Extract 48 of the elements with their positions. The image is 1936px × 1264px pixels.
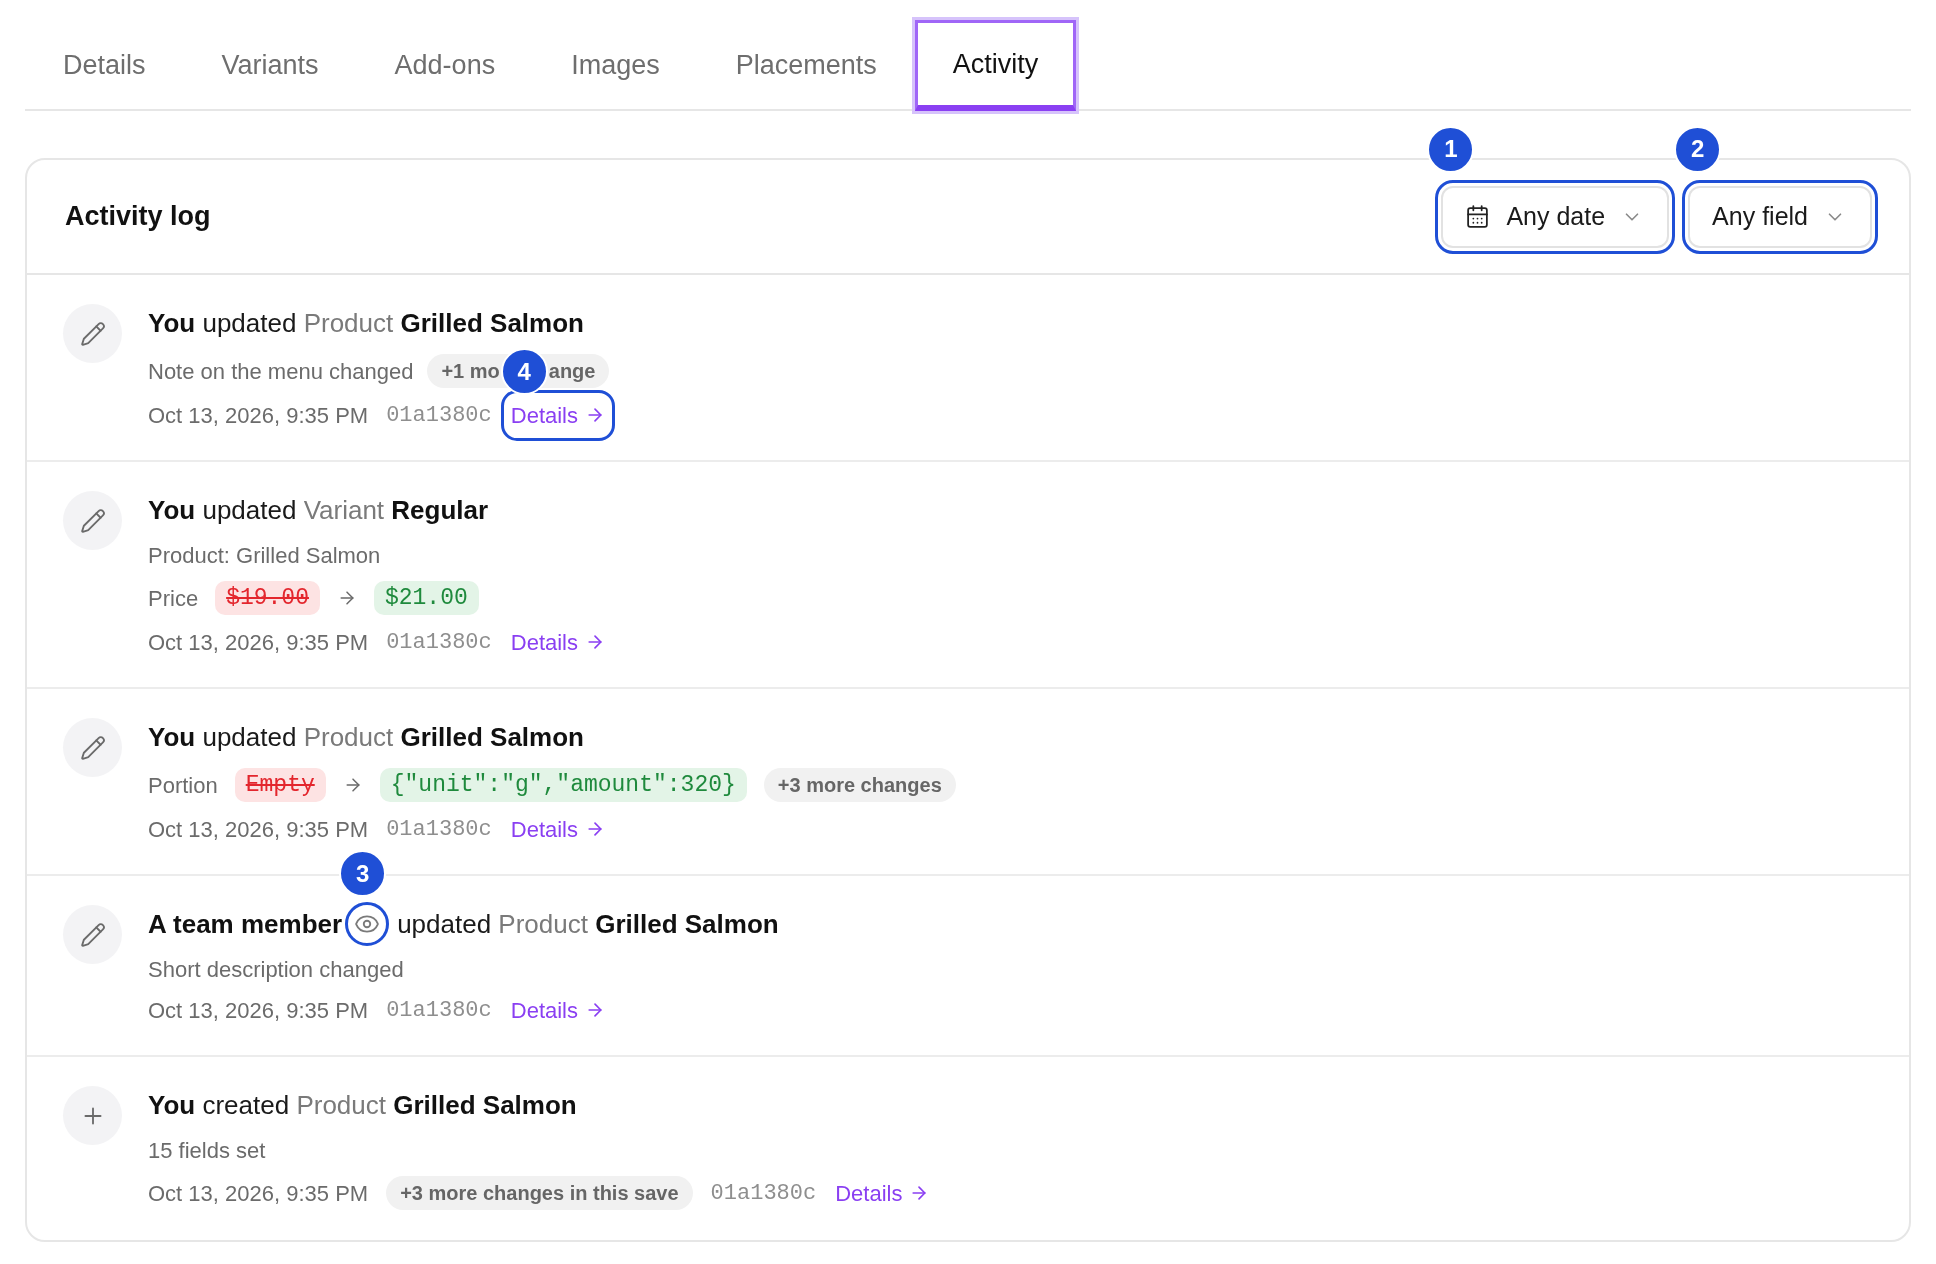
- callout-marker: 3: [339, 850, 387, 897]
- timestamp: Oct 13, 2026, 9:35 PM: [148, 815, 369, 844]
- new-value: {"unit":"g","amount":320}: [379, 768, 747, 802]
- timestamp: Oct 13, 2026, 9:35 PM: [148, 1179, 369, 1208]
- field-label: Portion: [148, 771, 218, 800]
- chip-text: ange: [548, 359, 596, 384]
- eye-icon[interactable]: [345, 902, 390, 946]
- entry-title: You updated Variant Regular: [148, 493, 489, 527]
- field-label: Price: [148, 584, 199, 613]
- timestamp: Oct 13, 2026, 9:35 PM: [148, 628, 369, 657]
- entry-note: Note on the menu changed: [148, 357, 414, 386]
- details-link[interactable]: Details: [505, 621, 610, 663]
- tab[interactable]: Add-ons: [356, 20, 534, 111]
- details-link[interactable]: Details: [505, 808, 610, 850]
- entry-note: Product: Grilled Salmon: [148, 541, 381, 570]
- panel-title: Activity log: [65, 200, 211, 234]
- details-link[interactable]: Details: [505, 989, 610, 1031]
- entry-title: updated Product Grilled Salmon: [397, 907, 779, 941]
- entry-title: You created Product Grilled Salmon: [148, 1088, 577, 1122]
- entry-title: You updated Product Grilled Salmon: [148, 306, 584, 340]
- entry-note: 15 fields set: [148, 1136, 266, 1165]
- actor-name: A team member: [148, 907, 343, 941]
- callout-marker: 4: [500, 348, 548, 395]
- tab[interactable]: Placements: [697, 20, 915, 111]
- timestamp: Oct 13, 2026, 9:35 PM: [148, 996, 369, 1025]
- details-link[interactable]: Details: [830, 1172, 935, 1214]
- commit-hash: 01a1380c: [386, 628, 492, 657]
- old-value: $19.00: [215, 581, 320, 615]
- old-value: Empty: [234, 768, 326, 802]
- calendar-icon: [1465, 204, 1491, 229]
- tab[interactable]: Activity: [914, 20, 1077, 111]
- commit-hash: 01a1380c: [386, 996, 492, 1025]
- change-count-chip: +3 more changes in this save: [386, 1176, 693, 1210]
- callout-marker: 2: [1674, 125, 1722, 173]
- tab[interactable]: Images: [533, 20, 698, 111]
- entry-title: You updated Product Grilled Salmon: [148, 720, 584, 754]
- commit-hash: 01a1380c: [710, 1179, 817, 1208]
- chip-text: +1 mo: [441, 359, 500, 384]
- callout-marker: 1: [1427, 125, 1475, 173]
- entry-note: Short description changed: [148, 955, 404, 984]
- details-link[interactable]: Details: [505, 394, 610, 436]
- commit-hash: 01a1380c: [386, 401, 492, 430]
- new-value: $21.00: [373, 581, 479, 615]
- change-count-chip: +3 more changes: [763, 768, 956, 802]
- tab[interactable]: Details: [25, 20, 184, 111]
- timestamp: Oct 13, 2026, 9:35 PM: [148, 401, 369, 430]
- tab[interactable]: Variants: [183, 20, 357, 111]
- commit-hash: 01a1380c: [386, 815, 492, 844]
